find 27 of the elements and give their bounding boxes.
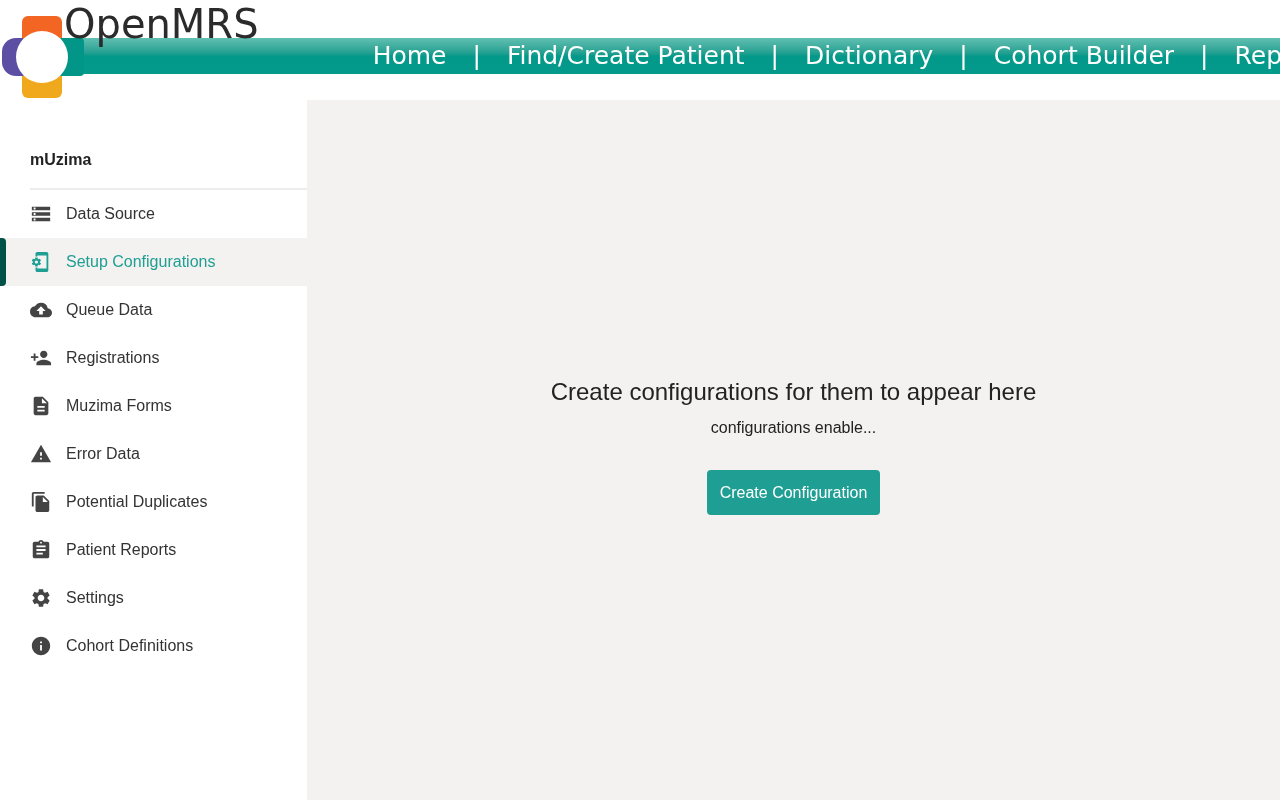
sidebar-item[interactable]: Patient Reports xyxy=(0,526,307,574)
sidebar-item[interactable]: Data Source xyxy=(0,190,307,238)
warning-icon xyxy=(30,443,52,465)
brand-name: OpenMRS xyxy=(64,0,259,49)
nav-link[interactable]: Find/Create Patient xyxy=(506,38,745,74)
nav-link[interactable]: Home xyxy=(372,38,447,74)
nav-separator: | xyxy=(1200,40,1209,73)
sidebar-item[interactable]: Cohort Definitions xyxy=(0,622,307,670)
nav-link[interactable]: Rep xyxy=(1234,38,1280,74)
nav-separator: | xyxy=(472,40,481,73)
empty-state-text: configurations enable... xyxy=(710,418,877,438)
clipboard-icon xyxy=(30,539,52,561)
sidebar-item[interactable]: Muzima Forms xyxy=(0,382,307,430)
sidebar-item[interactable]: Error Data xyxy=(0,430,307,478)
settings-icon xyxy=(30,587,52,609)
sidebar-item[interactable]: Registrations xyxy=(0,334,307,382)
sidebar-item[interactable]: Settings xyxy=(0,574,307,622)
nav-link[interactable]: Dictionary xyxy=(805,38,934,74)
empty-state-heading: Create configurations for them to appear here xyxy=(550,377,1037,407)
nav-separator: | xyxy=(770,40,780,73)
nav-separator: | xyxy=(959,40,968,73)
sidebar-item[interactable]: Queue Data xyxy=(0,286,307,334)
active-indicator xyxy=(0,238,6,286)
info-icon xyxy=(30,635,52,657)
copy-icon xyxy=(30,491,52,513)
nav-link[interactable]: Cohort Builder xyxy=(993,38,1175,74)
sidebar-item[interactable]: Potential Duplicates xyxy=(0,478,307,526)
